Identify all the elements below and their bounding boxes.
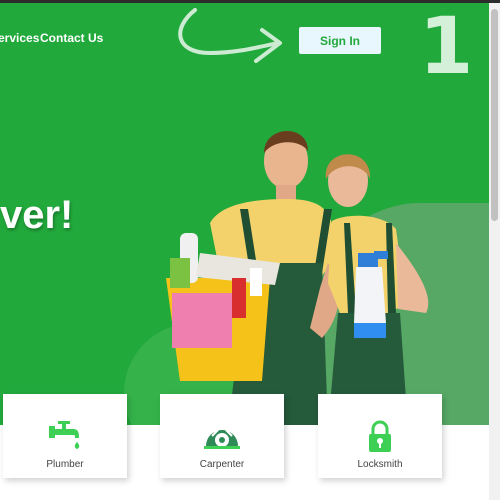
curved-arrow-icon (178, 8, 282, 63)
nav-link-contact-us[interactable]: Contact Us (40, 31, 103, 45)
scrollbar-thumb[interactable] (491, 9, 498, 221)
hero-headline: ver! (0, 193, 74, 237)
faucet-icon (49, 421, 80, 449)
service-card-locksmith[interactable]: Locksmith (318, 394, 442, 478)
cleaners-photo (166, 130, 429, 425)
sign-in-button[interactable]: Sign In (299, 27, 381, 54)
service-card-carpenter[interactable]: Carpenter (160, 394, 284, 478)
page-scrollbar[interactable] (489, 3, 500, 500)
service-card-plumber[interactable]: Plumber (3, 394, 127, 478)
nav-link-services[interactable]: ervices (0, 31, 39, 45)
saw-icon (204, 429, 240, 449)
step-number: 1 (419, 3, 474, 92)
service-label-plumber: Plumber (46, 459, 84, 470)
lock-icon (369, 420, 391, 452)
hero-section: ervices Contact Us Sign In 1 ver! (0, 3, 489, 425)
service-label-locksmith: Locksmith (357, 459, 403, 470)
service-label-carpenter: Carpenter (199, 459, 245, 470)
